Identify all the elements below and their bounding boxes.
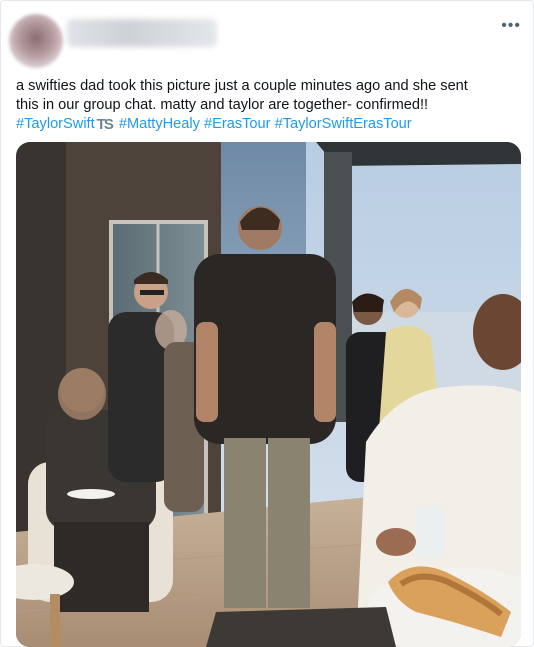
tweet-header: ••• — [9, 11, 527, 68]
tweet-photo[interactable] — [16, 142, 521, 647]
tweet-text-line: this in our group chat. matty and taylor… — [16, 97, 429, 113]
hashtag-mattyhealy[interactable]: #MattyHealy — [119, 116, 200, 132]
hashtag-erastour[interactable]: #ErasTour — [204, 116, 271, 132]
ts-hashflag-icon: TS — [96, 116, 114, 133]
tweet-text-line: a swifties dad took this picture just a … — [16, 78, 468, 94]
hashtag-taylorswift[interactable]: #TaylorSwift — [16, 116, 95, 132]
tweet-text: a swifties dad took this picture just a … — [16, 77, 521, 134]
author-name[interactable] — [67, 19, 217, 47]
tweet-card[interactable]: ••• a swifties dad took this picture jus… — [0, 0, 534, 647]
author-avatar[interactable] — [9, 14, 63, 68]
hashtag-taylorswifterastour[interactable]: #TaylorSwiftErasTour — [275, 116, 412, 132]
hashtag-row: #TaylorSwift TS #MattyHealy #ErasTour #Tay… — [16, 115, 521, 134]
more-options-icon[interactable]: ••• — [501, 17, 521, 35]
